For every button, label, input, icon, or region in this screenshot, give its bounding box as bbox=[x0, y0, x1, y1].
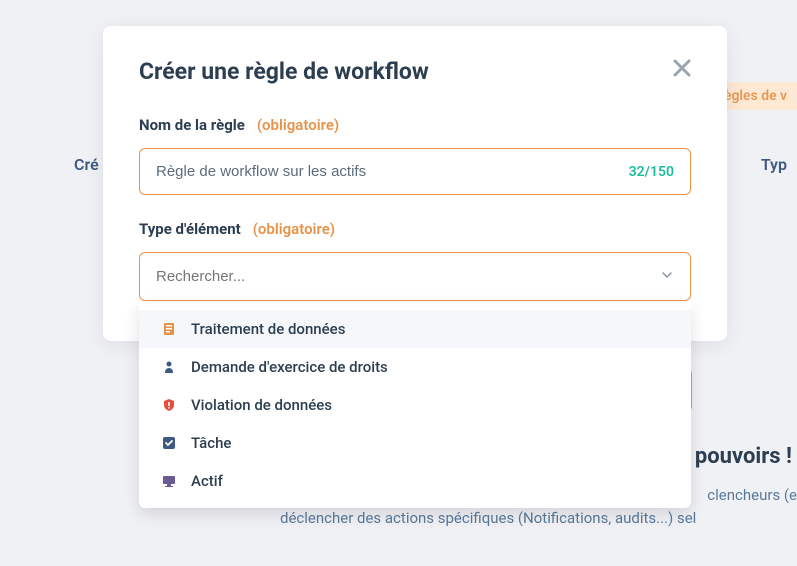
background-text-right: Typ bbox=[761, 155, 787, 174]
task-icon bbox=[161, 435, 177, 451]
dropdown-item-label: Demande d'exercice de droits bbox=[191, 358, 388, 376]
dropdown-item-breach[interactable]: Violation de données bbox=[139, 386, 691, 424]
rule-name-char-count: 32/150 bbox=[629, 164, 674, 180]
data-processing-icon bbox=[161, 321, 177, 337]
element-type-group: Type d'élément (obligatoire) bbox=[139, 219, 691, 301]
dropdown-item-label: Tâche bbox=[191, 434, 231, 452]
dropdown-item-label: Traitement de données bbox=[191, 320, 345, 338]
dropdown-item-task[interactable]: Tâche bbox=[139, 424, 691, 462]
background-hero-title: pouvoirs ! bbox=[695, 444, 792, 469]
modal-title: Créer une règle de workflow bbox=[139, 58, 429, 85]
breach-shield-icon bbox=[161, 397, 177, 413]
dropdown-item-asset[interactable]: Actif bbox=[139, 462, 691, 500]
asset-icon bbox=[161, 473, 177, 489]
element-type-label-row: Type d'élément (obligatoire) bbox=[139, 219, 691, 238]
dropdown-item-data-processing[interactable]: Traitement de données bbox=[139, 310, 691, 348]
modal-header: Créer une règle de workflow bbox=[139, 58, 691, 85]
element-type-label: Type d'élément bbox=[139, 220, 241, 238]
close-button[interactable] bbox=[673, 58, 691, 82]
rule-name-required-tag: (obligatoire) bbox=[257, 116, 339, 134]
rule-name-label-row: Nom de la règle (obligatoire) bbox=[139, 115, 691, 134]
dropdown-item-label: Actif bbox=[191, 472, 223, 490]
element-type-dropdown: Traitement de données Demande d'exercice… bbox=[139, 302, 691, 508]
rule-name-input[interactable] bbox=[156, 163, 629, 180]
dropdown-item-label: Violation de données bbox=[191, 396, 332, 414]
create-workflow-rule-modal: Créer une règle de workflow Nom de la rè… bbox=[103, 26, 727, 341]
rule-name-label: Nom de la règle bbox=[139, 116, 245, 134]
dropdown-item-rights-request[interactable]: Demande d'exercice de droits bbox=[139, 348, 691, 386]
chevron-down-icon bbox=[660, 267, 674, 286]
rule-name-input-wrapper[interactable]: 32/150 bbox=[139, 148, 691, 195]
close-icon bbox=[673, 56, 691, 83]
rule-name-group: Nom de la règle (obligatoire) 32/150 bbox=[139, 115, 691, 195]
background-text-left: Cré bbox=[74, 155, 99, 174]
element-type-search-input[interactable] bbox=[156, 268, 660, 285]
element-type-select[interactable] bbox=[139, 252, 691, 301]
element-type-required-tag: (obligatoire) bbox=[253, 220, 335, 238]
rights-request-icon bbox=[161, 359, 177, 375]
